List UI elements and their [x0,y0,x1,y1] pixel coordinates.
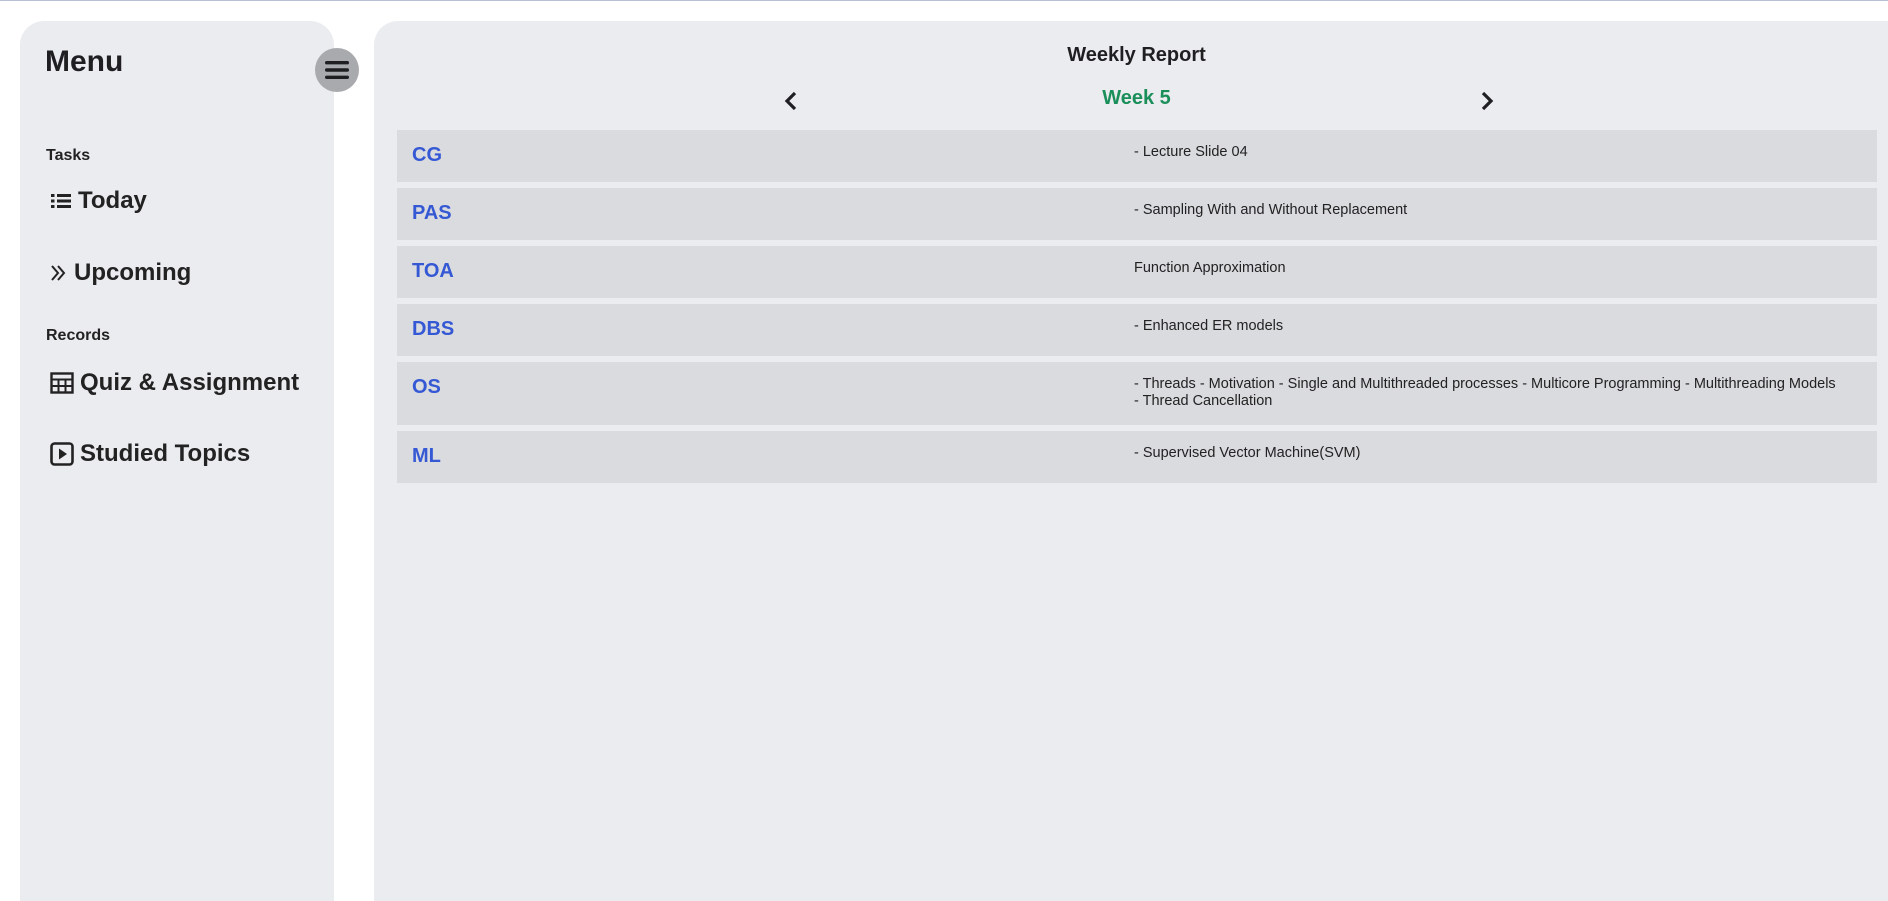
course-code: CG [412,144,442,166]
table-icon [50,372,74,394]
course-row[interactable]: OS - Threads - Motivation - Single and M… [397,362,1877,425]
course-row[interactable]: DBS - Enhanced ER models [397,304,1877,356]
week-label: Week 5 [1102,87,1171,109]
course-topic: Function Approximation [1134,260,1286,276]
course-code: ML [412,445,441,467]
menu-toggle-button[interactable] [315,48,359,92]
section-label-tasks: Tasks [46,147,91,164]
sidebar-item-label: Quiz & Assignment [80,369,300,396]
section-label-records: Records [46,327,111,344]
list-icon [50,192,72,210]
course-code: OS [412,376,441,398]
play-square-icon [50,442,74,466]
menu-title: Menu [45,45,124,78]
sidebar-item-label: Today [78,187,147,214]
course-topic: - Sampling With and Without Replacement [1134,202,1408,218]
course-row[interactable]: ML - Supervised Vector Machine(SVM) [397,431,1877,483]
course-row[interactable]: CG - Lecture Slide 04 [397,130,1877,182]
sidebar-item-label: Upcoming [74,259,192,286]
hamburger-icon [325,61,349,79]
sidebar-item-studied-topics[interactable]: Studied Topics [50,440,250,468]
course-row[interactable]: TOA Function Approximation [397,246,1877,298]
weekly-report-panel: Weekly Report Week 5 CG - Lecture Slide … [374,21,1888,901]
course-topic: - Lecture Slide 04 [1134,144,1248,160]
sidebar: Menu Tasks Today Upcoming Records Quiz &… [20,21,359,901]
top-border [0,0,1888,1]
sidebar-item-label: Studied Topics [80,440,251,467]
course-topic: - Enhanced ER models [1134,318,1284,334]
chevron-right-icon [1481,91,1494,111]
course-code: TOA [412,260,454,282]
course-code: PAS [412,202,452,224]
course-list: CG - Lecture Slide 04 PAS - Sampling Wit… [397,130,1877,489]
sidebar-item-upcoming[interactable]: Upcoming [50,259,191,287]
course-topic: - Supervised Vector Machine(SVM) [1134,445,1361,461]
course-topic: - Threads - Motivation - Single and Mult… [1134,376,1836,409]
course-code: DBS [412,318,455,340]
page-title: Weekly Report [1067,44,1206,66]
course-row[interactable]: PAS - Sampling With and Without Replacem… [397,188,1877,240]
sidebar-item-quiz-assignment[interactable]: Quiz & Assignment [50,369,299,397]
next-week-button[interactable] [1472,84,1502,118]
double-chevron-right-icon [50,263,68,283]
sidebar-item-today[interactable]: Today [50,187,147,215]
